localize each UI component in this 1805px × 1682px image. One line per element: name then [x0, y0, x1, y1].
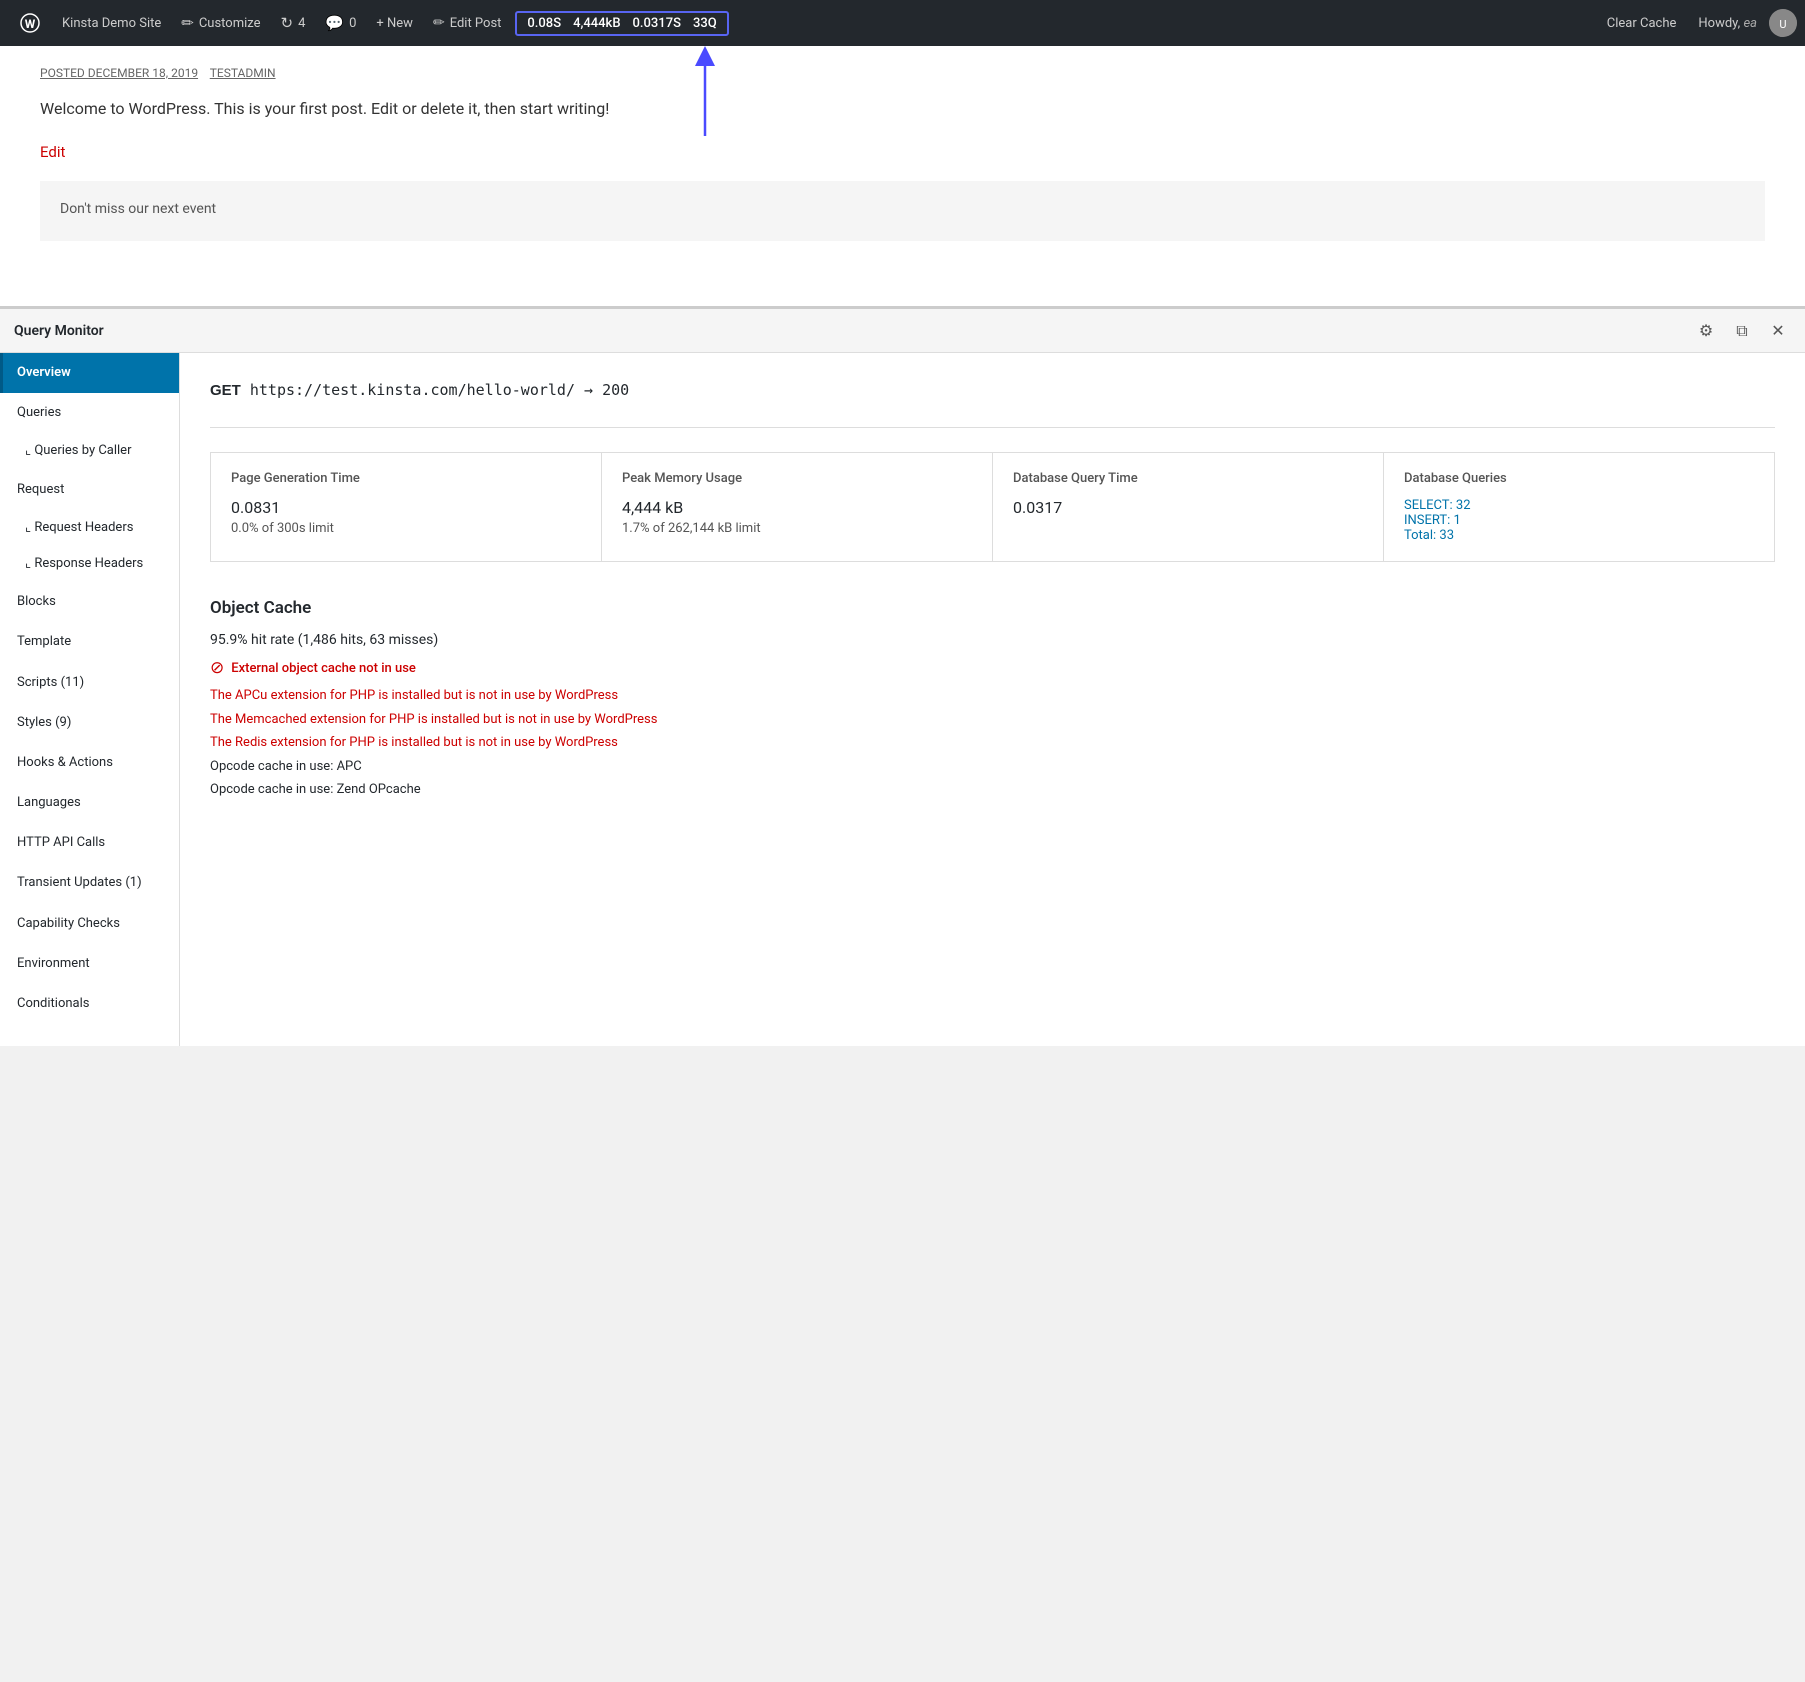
metric-value-db-time: 0.0317 [1013, 498, 1363, 517]
settings-icon[interactable]: ⚙ [1693, 318, 1719, 344]
warning-icon: ⊘ [210, 658, 224, 678]
edit-post-link[interactable]: Edit [40, 143, 65, 161]
sidebar-item-overview[interactable]: Overview [0, 353, 179, 393]
expand-icon[interactable]: ⧉ [1729, 318, 1755, 344]
sidebar-item-queries[interactable]: Queries [0, 393, 179, 433]
adminbar-right: Clear Cache Howdy, ea U [1597, 9, 1797, 37]
sidebar-item-hooks-actions[interactable]: Hooks & Actions [0, 743, 179, 783]
customize-button[interactable]: ✏ Customize [171, 0, 270, 46]
warning-text: External object cache not in use [231, 661, 416, 676]
response-status: 200 [602, 381, 629, 399]
svg-text:W: W [25, 17, 36, 31]
db-select-link[interactable]: SELECT: 32 [1404, 498, 1754, 513]
metric-db-query-time: Database Query Time 0.0317 [993, 453, 1384, 562]
metrics-row: Page Generation Time 0.0831 0.0% of 300s… [210, 452, 1775, 562]
metric-label-db-time: Database Query Time [1013, 471, 1363, 486]
perf-queries: 33Q [693, 16, 717, 31]
clear-cache-button[interactable]: Clear Cache [1597, 16, 1687, 31]
avatar[interactable]: U [1769, 9, 1797, 37]
metric-page-gen-time: Page Generation Time 0.0831 0.0% of 300s… [211, 453, 602, 562]
close-icon[interactable]: ✕ [1765, 318, 1791, 344]
db-total-link[interactable]: Total: 33 [1404, 528, 1754, 543]
sidebar-item-conditionals[interactable]: Conditionals [0, 984, 179, 1024]
widget-text: Don't miss our next event [60, 201, 216, 217]
metric-label-page-gen: Page Generation Time [231, 471, 581, 486]
post-meta: POSTED DECEMBER 18, 2019 TESTADMIN [40, 66, 1765, 80]
howdy-text: Howdy, ea [1690, 16, 1765, 31]
db-insert-link[interactable]: INSERT: 1 [1404, 513, 1754, 528]
wp-logo[interactable]: W [8, 0, 52, 46]
post-body: Welcome to WordPress. This is your first… [40, 96, 1765, 122]
sidebar-item-styles[interactable]: Styles (9) [0, 703, 179, 743]
metric-value-page-gen: 0.0831 [231, 498, 581, 517]
qm-header-icons: ⚙ ⧉ ✕ [1693, 318, 1791, 344]
perf-memory: 4,444kB [573, 16, 620, 31]
metric-value-memory: 4,444 kB [622, 498, 972, 517]
metric-label-memory: Peak Memory Usage [622, 471, 972, 486]
perf-time: 0.08S [527, 16, 561, 31]
new-button[interactable]: + New [366, 0, 423, 46]
sidebar-item-http-api-calls[interactable]: HTTP API Calls [0, 823, 179, 863]
sidebar-item-queries-by-caller[interactable]: ⌞ Queries by Caller [0, 433, 179, 469]
sidebar-item-transient-updates[interactable]: Transient Updates (1) [0, 863, 179, 903]
comments-button[interactable]: 💬 0 [315, 0, 366, 46]
sidebar-item-blocks[interactable]: Blocks [0, 582, 179, 622]
sidebar-item-response-headers[interactable]: ⌞ Response Headers [0, 546, 179, 582]
divider [210, 427, 1775, 428]
sidebar-item-languages[interactable]: Languages [0, 783, 179, 823]
query-monitor-panel: Query Monitor ⚙ ⧉ ✕ Overview Queries ⌞ Q… [0, 306, 1805, 1046]
cache-hit-rate: 95.9% hit rate (1,486 hits, 63 misses) [210, 632, 1775, 648]
qm-sidebar: Overview Queries ⌞ Queries by Caller Req… [0, 353, 180, 1046]
qm-header: Query Monitor ⚙ ⧉ ✕ [0, 309, 1805, 353]
info-opcode-zend: Opcode cache in use: Zend OPcache [210, 780, 1775, 800]
sidebar-item-template[interactable]: Template [0, 622, 179, 662]
sidebar-item-scripts[interactable]: Scripts (11) [0, 663, 179, 703]
sidebar-item-capability-checks[interactable]: Capability Checks [0, 904, 179, 944]
request-url: https://test.kinsta.com/hello-world/ [250, 381, 575, 399]
sidebar-item-request-headers[interactable]: ⌞ Request Headers [0, 510, 179, 546]
perf-db-time: 0.0317S [633, 16, 681, 31]
object-cache-section: Object Cache 95.9% hit rate (1,486 hits,… [210, 598, 1775, 800]
qm-url-bar: GET https://test.kinsta.com/hello-world/… [210, 381, 1775, 399]
metric-sub-page-gen: 0.0% of 300s limit [231, 521, 581, 536]
sidebar-item-request[interactable]: Request [0, 470, 179, 510]
info-memcached: The Memcached extension for PHP is insta… [210, 710, 1775, 730]
performance-box[interactable]: 0.08S 4,444kB 0.0317S 33Q [515, 11, 728, 36]
post-author[interactable]: TESTADMIN [210, 66, 276, 80]
updates-button[interactable]: ↻ 4 [271, 0, 316, 46]
info-opcode-apc: Opcode cache in use: APC [210, 757, 1775, 777]
site-name[interactable]: Kinsta Demo Site [52, 0, 171, 46]
metric-peak-memory: Peak Memory Usage 4,444 kB 1.7% of 262,1… [602, 453, 993, 562]
info-apcu: The APCu extension for PHP is installed … [210, 686, 1775, 706]
warning-row: ⊘ External object cache not in use [210, 658, 1775, 678]
post-date[interactable]: POSTED DECEMBER 18, 2019 [40, 66, 198, 80]
metric-db-queries: Database Queries SELECT: 32 INSERT: 1 To… [1384, 453, 1775, 562]
metric-label-db-queries: Database Queries [1404, 471, 1754, 486]
object-cache-heading: Object Cache [210, 598, 1775, 618]
admin-bar: W Kinsta Demo Site ✏ Customize ↻ 4 💬 0 +… [0, 0, 1805, 46]
svg-text:U: U [1779, 18, 1786, 31]
qm-title: Query Monitor [14, 323, 104, 339]
edit-post-button[interactable]: ✏ Edit Post [423, 0, 511, 46]
info-redis: The Redis extension for PHP is installed… [210, 733, 1775, 753]
qm-main: GET https://test.kinsta.com/hello-world/… [180, 353, 1805, 1046]
sidebar-item-environment[interactable]: Environment [0, 944, 179, 984]
request-method: GET [210, 382, 241, 399]
page-content: POSTED DECEMBER 18, 2019 TESTADMIN Welco… [0, 46, 1805, 306]
metric-sub-memory: 1.7% of 262,144 kB limit [622, 521, 972, 536]
widget-area: Don't miss our next event [40, 181, 1765, 241]
